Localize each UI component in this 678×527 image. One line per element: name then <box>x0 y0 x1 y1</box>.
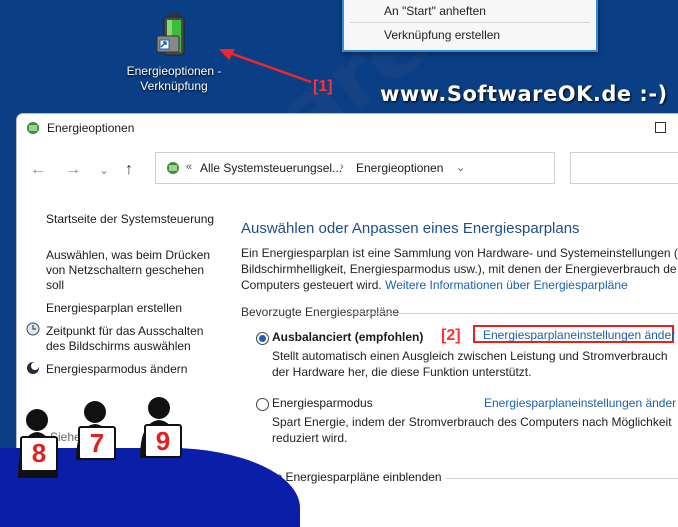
change-settings-link-energy-saver[interactable]: Energiesparplaneinstellungen änder <box>484 396 676 410</box>
breadcrumb-overflow[interactable]: « <box>186 161 192 173</box>
address-dropdown-icon[interactable]: ⌄ <box>456 161 465 174</box>
plan-desc-energy-saver-l1: Spart Energie, indem der Stromverbrauch … <box>272 415 672 429</box>
maximize-button[interactable] <box>655 122 666 133</box>
preferred-plans-heading: Bevorzugte Energiesparpläne <box>241 305 400 319</box>
page-title: Auswählen oder Anpassen eines Energiespa… <box>241 220 580 237</box>
sidebar-power-buttons-l3[interactable]: soll <box>46 278 64 293</box>
control-panel-icon <box>165 160 181 179</box>
plan-radio-balanced[interactable] <box>256 332 269 345</box>
description-line3-text: Computers gesteuert wird. <box>241 278 382 292</box>
title-bar: Energieoptionen <box>17 114 678 142</box>
recent-dropdown-icon[interactable]: ⌄ <box>99 163 109 177</box>
sign-8: 8 <box>20 436 58 472</box>
battery-icon <box>149 10 199 60</box>
power-options-icon <box>25 120 41 139</box>
plan-desc-balanced-l1: Stellt automatisch einen Ausgleich zwisc… <box>272 349 668 363</box>
watermark-url: www.SoftwareOK.de :-) <box>380 82 668 106</box>
plan-desc-energy-saver-l2: reduziert wird. <box>272 431 348 445</box>
context-menu: An "Start" anheften Verknüpfung erstelle… <box>342 0 598 52</box>
marker-1: [1] <box>313 78 333 95</box>
description-line2: Bildschirmhelligkeit, Energiesparmodus u… <box>241 262 677 276</box>
sign-9: 9 <box>144 424 182 458</box>
description-line1: Ein Energiesparplan ist eine Sammlung vo… <box>241 246 678 260</box>
back-arrow-icon[interactable]: ← <box>30 161 46 179</box>
figure-7: 7 <box>74 400 128 463</box>
moon-icon <box>26 361 40 378</box>
sidebar-power-buttons-l2[interactable]: von Netzschaltern geschehen <box>46 263 204 278</box>
sidebar-create-plan[interactable]: Energiesparplan erstellen <box>46 301 182 316</box>
navigation-bar: ← → ⌄ ↑ « Alle Systemsteuerungsel... › E… <box>17 152 678 186</box>
sidebar-display-off-l1[interactable]: Zeitpunkt für das Ausschalten <box>46 324 203 339</box>
more-info-link[interactable]: Weitere Informationen über Energiesparpl… <box>385 278 628 292</box>
description: Ein Energiesparplan ist eine Sammlung vo… <box>241 245 678 293</box>
menu-item-create-shortcut[interactable]: Verknüpfung erstellen <box>384 28 500 42</box>
shortcut-label-line1: Energieoptionen - <box>126 64 222 78</box>
plan-desc-balanced-l2: der Hardware her, die diese Funktion unt… <box>272 365 532 379</box>
sidebar-power-buttons-l1[interactable]: Auswählen, was beim Drücken <box>46 248 210 263</box>
window-title: Energieoptionen <box>47 121 135 135</box>
plan-name-balanced[interactable]: Ausbalanciert (empfohlen) <box>272 330 423 344</box>
figure-8: 8 <box>16 408 70 481</box>
breadcrumb-energieoptionen[interactable]: Energieoptionen <box>356 161 443 175</box>
description-line3: Computers gesteuert wird. Weitere Inform… <box>241 277 678 293</box>
forward-arrow-icon[interactable]: → <box>65 161 81 179</box>
menu-item-pin-start[interactable]: An "Start" anheften <box>384 4 486 18</box>
sign-7: 7 <box>78 426 116 460</box>
sidebar-display-off-l2[interactable]: des Bildschirms auswählen <box>46 339 191 354</box>
breadcrumb-separator-icon: › <box>340 161 344 173</box>
up-arrow-icon[interactable]: ↑ <box>125 161 133 179</box>
red-arrow <box>219 49 312 84</box>
figure-9: 9 <box>138 396 192 461</box>
menu-separator <box>350 22 590 23</box>
breadcrumb-all-items[interactable]: Alle Systemsteuerungsel... <box>200 161 342 175</box>
sidebar-change-mode[interactable]: Energiesparmodus ändern <box>46 362 187 377</box>
search-input[interactable] <box>570 152 678 184</box>
plan-radio-energy-saver[interactable] <box>256 398 269 411</box>
address-bar[interactable]: « Alle Systemsteuerungsel... › Energieop… <box>155 152 555 184</box>
change-settings-link-balanced[interactable]: Energiesparplaneinstellungen änder <box>483 328 675 342</box>
shortcut-label-line2: Verknüpfung <box>140 79 208 93</box>
marker-2: [2] <box>441 327 461 344</box>
clock-icon <box>26 322 40 339</box>
sidebar-home[interactable]: Startseite der Systemsteuerung <box>46 212 214 227</box>
desktop-shortcut-energieoptionen[interactable]: Energieoptionen - Verknüpfung <box>118 10 230 94</box>
group-divider <box>347 313 678 314</box>
plan-name-energy-saver[interactable]: Energiesparmodus <box>272 396 373 410</box>
